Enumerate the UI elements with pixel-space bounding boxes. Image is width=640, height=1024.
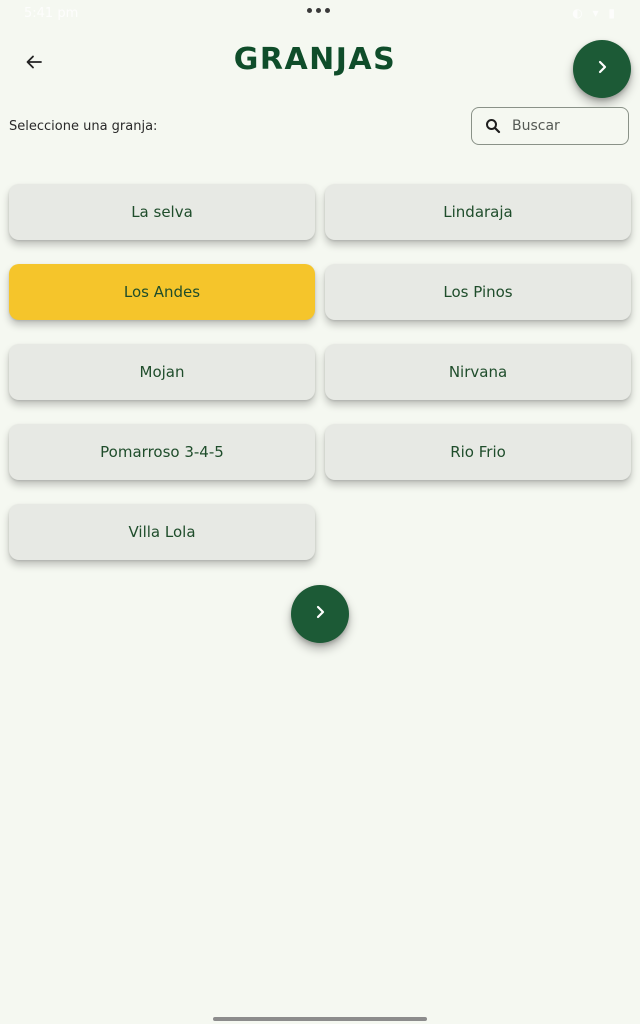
farm-list: La selva Lindaraja Los Andes Los Pinos M… — [9, 184, 631, 560]
status-icons: ◐ ▾ ▮ — [572, 6, 618, 20]
status-time: 5:41 pm — [24, 6, 79, 21]
farm-card-la-selva[interactable]: La selva — [9, 184, 315, 240]
farm-card-lindaraja[interactable]: Lindaraja — [325, 184, 631, 240]
farm-card-nirvana[interactable]: Nirvana — [325, 344, 631, 400]
search-icon — [484, 117, 502, 135]
search-box[interactable] — [471, 107, 629, 145]
farm-card-rio-frio[interactable]: Rio Frio — [325, 424, 631, 480]
farm-card-pomarroso[interactable]: Pomarroso 3-4-5 — [9, 424, 315, 480]
chevron-right-icon — [594, 59, 610, 79]
farm-card-los-pinos[interactable]: Los Pinos — [325, 264, 631, 320]
farm-card-villa-lola[interactable]: Villa Lola — [9, 504, 315, 560]
farm-card-los-andes[interactable]: Los Andes — [9, 264, 315, 320]
farm-card-mojan[interactable]: Mojan — [9, 344, 315, 400]
more-dots-icon — [307, 8, 330, 13]
chevron-right-icon — [312, 604, 328, 624]
home-indicator[interactable] — [213, 1017, 427, 1021]
next-button-top[interactable] — [573, 40, 631, 98]
next-button-bottom[interactable] — [291, 585, 349, 643]
select-farm-label: Seleccione una granja: — [9, 119, 158, 134]
search-input[interactable] — [512, 118, 622, 134]
status-bar: 5:41 pm ◐ ▾ ▮ — [0, 0, 640, 28]
page-title: GRANJAS — [233, 42, 397, 77]
